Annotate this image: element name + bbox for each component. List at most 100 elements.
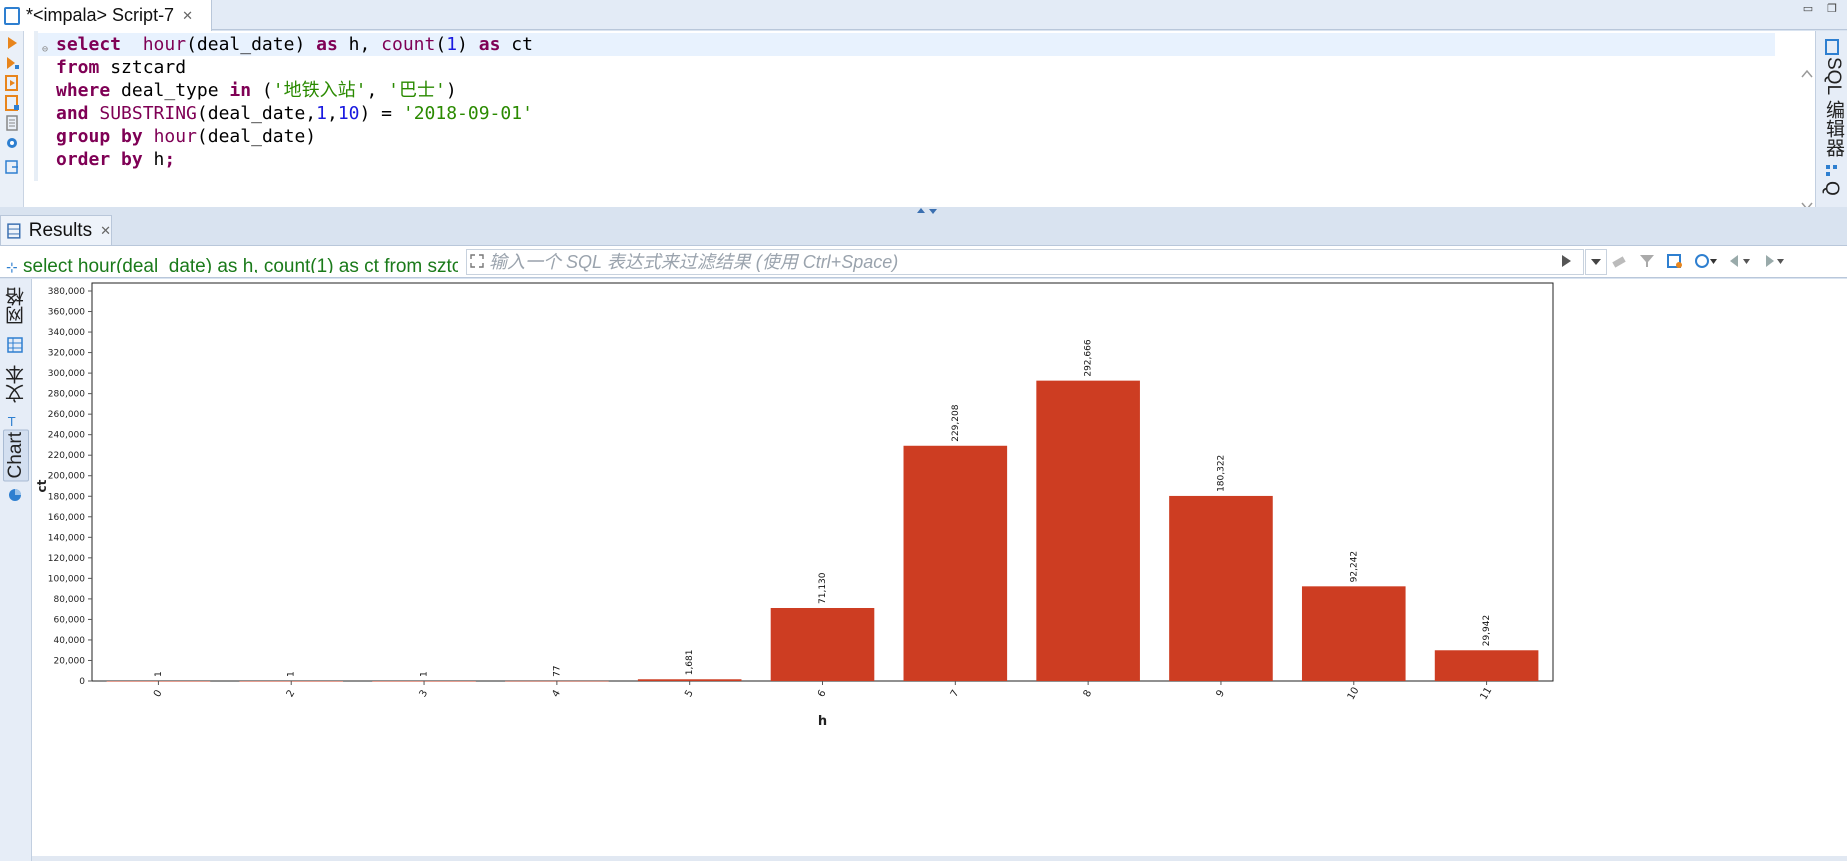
x-tick-label: 8 [1082, 688, 1095, 699]
sql-editor[interactable]: ⊖ select hour(deal_date) as h, count(1) … [0, 31, 1815, 235]
x-tick-label: 10 [1346, 685, 1362, 702]
execute-in-new-tab-icon[interactable] [4, 55, 20, 71]
code-token: group [56, 126, 111, 147]
vertical-scrollbar[interactable] [1800, 65, 1814, 215]
splitter-arrows-icon[interactable] [915, 207, 939, 215]
results-tab-close-icon[interactable]: ✕ [100, 223, 111, 239]
tab-chart[interactable]: Chart [3, 429, 29, 482]
restore-icon[interactable]: ❐ [1827, 2, 1837, 15]
editor-results-splitter[interactable] [0, 207, 1847, 215]
code-token: where [56, 80, 111, 101]
results-grid-icon [7, 222, 21, 239]
executed-query-text[interactable]: ⊹ select hour(deal_date) as h, count(1) … [6, 251, 458, 273]
tab-grid[interactable]: 网格 [3, 287, 30, 325]
execute-script-new-tab-icon[interactable] [4, 95, 20, 111]
settings-gear-icon[interactable] [4, 135, 20, 151]
results-tab-bar: Results ✕ [0, 215, 1847, 245]
x-axis-label: h [818, 714, 827, 729]
code-token: '2018-09-01' [402, 103, 533, 124]
code-line[interactable]: from sztcard [38, 56, 1775, 79]
query-text-icon: ⊹ [6, 259, 18, 273]
tab-sql-editor[interactable]: SQL 编辑器 [1820, 57, 1847, 157]
tab-second-panel[interactable]: Q [1820, 181, 1842, 196]
y-tick-label: 40,000 [54, 636, 86, 646]
back-arrow-icon[interactable] [1728, 252, 1752, 270]
code-token: as [316, 34, 338, 55]
data-label: 229,208 [951, 404, 961, 441]
filter-settings-icon[interactable] [1666, 252, 1684, 270]
chart-view-icon[interactable] [7, 487, 23, 503]
code-line[interactable]: select hour(deal_date) as h, count(1) as… [38, 33, 1775, 56]
apply-filter-icon[interactable] [1560, 254, 1572, 268]
code-line[interactable]: and SUBSTRING(deal_date,1,10) = '2018-09… [38, 102, 1775, 125]
y-tick-label: 340,000 [48, 328, 85, 338]
code-token: '巴士' [388, 80, 446, 101]
sql-code[interactable]: ⊖ select hour(deal_date) as h, count(1) … [38, 33, 1775, 183]
tab-results[interactable]: Results ✕ [0, 215, 112, 245]
code-token: and [56, 103, 89, 124]
code-token: ct [500, 34, 533, 55]
x-tick-label: 4 [550, 688, 563, 699]
editor-tab-close-icon[interactable]: ✕ [182, 8, 193, 24]
filter-history-dropdown[interactable] [1585, 249, 1607, 275]
code-token: h, [337, 34, 382, 55]
bar-chart: 0 20,000 40,000 60,000 80,000 100,000 120,000 1… [35, 282, 1554, 729]
data-label: 1 [420, 671, 430, 677]
code-line[interactable]: group by hour(deal_date) [38, 125, 1775, 148]
code-token: count [381, 34, 436, 55]
editor-tab-script[interactable]: *<impala> Script-7 ✕ [0, 0, 212, 31]
code-token: 10 [337, 103, 360, 124]
filter-placeholder: 输入一个 SQL 表达式来过滤结果 (使用 Ctrl+Space) [489, 252, 899, 272]
code-line[interactable]: where deal_type in ('地铁入站', '巴士') [38, 79, 1775, 102]
filter-expression-input[interactable]: 输入一个 SQL 表达式来过滤结果 (使用 Ctrl+Space) [466, 249, 1584, 275]
code-token: sztcard [99, 57, 187, 78]
tab-text[interactable]: 文本 [3, 365, 30, 403]
x-tick-label: 2 [285, 688, 298, 699]
execute-script-icon[interactable] [4, 75, 20, 91]
code-token: ) [445, 80, 457, 101]
chart-panel: 0 20,000 40,000 60,000 80,000 100,000 120,000 1… [32, 279, 1847, 861]
minimize-icon[interactable]: ▭ [1803, 2, 1813, 15]
expand-filter-icon[interactable] [470, 254, 484, 268]
eraser-icon[interactable] [1610, 252, 1628, 270]
bar [1169, 495, 1273, 681]
y-tick-label: 180,000 [48, 492, 85, 502]
code-token: '地铁入站' [272, 80, 367, 101]
code-token: ) [457, 34, 479, 55]
status-strip [32, 856, 1847, 861]
explain-plan-icon[interactable] [4, 115, 20, 131]
fold-collapse-icon[interactable]: ⊖ [42, 38, 48, 61]
code-token: h [142, 149, 165, 170]
sql-editor-icon [1825, 39, 1839, 55]
code-token: as [478, 34, 501, 55]
data-label: 1 [287, 671, 297, 677]
export-icon[interactable] [4, 159, 20, 175]
y-tick-label: 220,000 [48, 451, 85, 461]
code-token: ( [251, 80, 273, 101]
text-view-icon[interactable]: T [7, 413, 23, 429]
grid-view-icon[interactable] [7, 337, 23, 353]
execute-statement-icon[interactable] [4, 35, 20, 51]
code-token: 1 [446, 34, 458, 55]
bar [770, 607, 875, 681]
y-axis-label: ct [35, 479, 49, 492]
editor-tab-bar: *<impala> Script-7 ✕ ▭ ❐ [0, 0, 1847, 31]
filter-funnel-icon[interactable] [1638, 252, 1656, 270]
data-label: 292,666 [1084, 339, 1094, 376]
refresh-menu-icon[interactable] [1694, 252, 1718, 270]
code-token: by [121, 149, 143, 170]
x-tick-label: 0 [152, 688, 165, 699]
x-tick-label: 11 [1478, 685, 1494, 702]
chevron-down-icon [1591, 259, 1601, 265]
code-line[interactable]: order by h; [38, 148, 1775, 171]
bar [1301, 586, 1406, 681]
y-tick-label: 200,000 [48, 472, 85, 482]
forward-arrow-icon[interactable] [1762, 252, 1786, 270]
code-token: ) = [359, 103, 403, 124]
y-tick-label: 280,000 [48, 390, 85, 400]
code-token: , [326, 103, 338, 124]
